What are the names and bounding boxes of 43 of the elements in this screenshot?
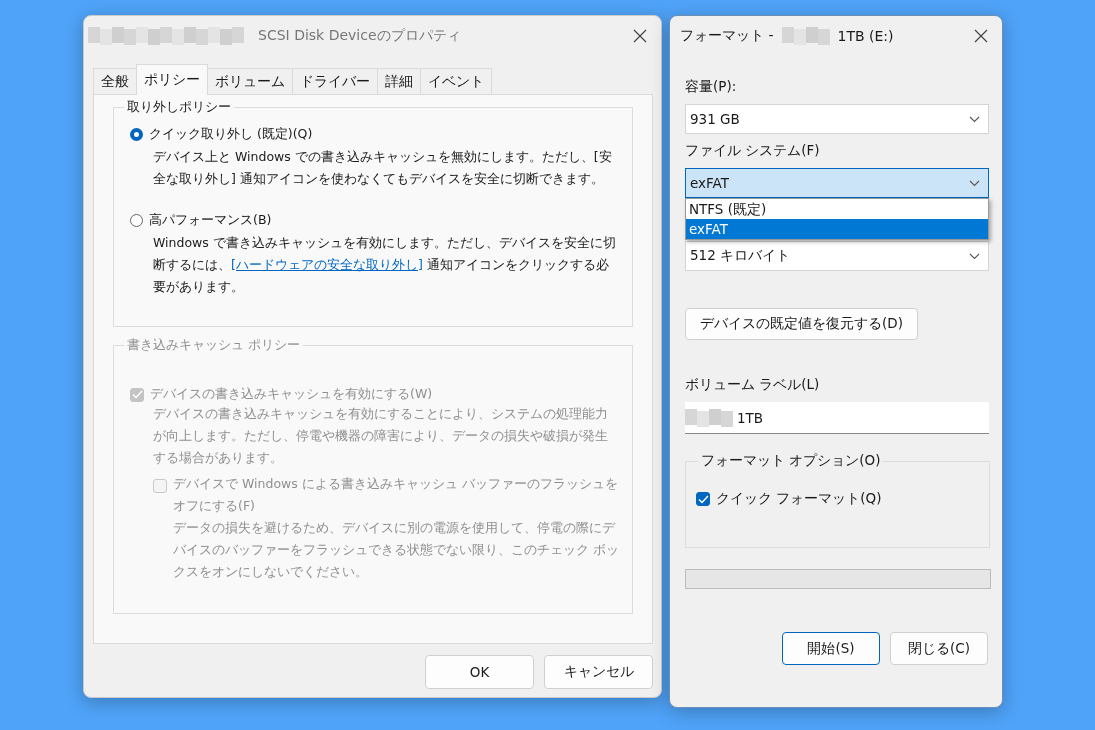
checkbox[interactable] (696, 492, 710, 506)
field-label: 容量(P): (685, 78, 737, 96)
option-label: 高パフォーマンス(B) (149, 212, 272, 229)
option-description: デバイスの書き込みキャッシュを有効にすることにより、システムの処理能力が向上します。ただし、停電や機器の障害により、データの損失や破損が発生する場合があります。 (153, 405, 609, 467)
window-title: 1TB (E:) (837, 28, 894, 44)
restore-defaults-button[interactable]: デバイスの既定値を復元する(D) (685, 308, 918, 340)
group-title: フォーマット オプション(O) (700, 452, 882, 470)
dialog-button[interactable]: キャンセル (544, 655, 653, 689)
field-label: ファイル システム(F) (685, 142, 820, 160)
chevron-down-icon (969, 252, 980, 260)
blurred-text (685, 408, 733, 427)
close-icon[interactable] (633, 29, 647, 43)
radio-button[interactable] (130, 214, 143, 227)
file-system-dropdown[interactable]: exFAT (685, 168, 989, 198)
option-description: データの損失を避けるため、デバイスに別の電源を使用して、停電の際にデバイスのバッファーをフラッシュできる状態でない限り、このチェック ボックスをオンにしないでください。 (173, 519, 620, 581)
allocation-unit-dropdown[interactable]: 512 キロバイト (685, 241, 989, 271)
link[interactable]: [ハードウェアの安全な取り外し] (231, 257, 423, 272)
option-description: Windows で書き込みキャッシュを有効にします。ただし、デバイスを安全に切断するには、[ハードウェアの安全な取り外し] 通知アイコンをクリックする必要があります。 (153, 234, 617, 296)
chevron-down-icon (969, 179, 980, 187)
chevron-down-icon (969, 115, 980, 123)
tab[interactable]: 全般 (93, 68, 137, 94)
option-description: デバイス上と Windows での書き込みキャッシュを無効にします。ただし、[安全な取り外し] 通知アイコンを使わなくてもデバイスを安全に切断できます。 (153, 148, 613, 188)
dialog-button[interactable]: OK (425, 655, 534, 689)
window-title: SCSI Disk Deviceのプロパティ (258, 27, 461, 45)
dropdown-option[interactable]: exFAT (686, 219, 988, 239)
dialog-button[interactable]: 開始(S) (782, 632, 880, 665)
window-title: フォーマット - (680, 27, 774, 45)
checkbox-label: デバイスの書き込みキャッシュを有効にする(W) (150, 386, 433, 403)
tab[interactable]: ポリシー (136, 64, 208, 95)
checkbox-label: クイック フォーマット(Q) (716, 490, 882, 508)
field-label: ボリューム ラベル(L) (685, 376, 820, 394)
option-label: クイック取り外し (既定)(Q) (149, 126, 313, 143)
group-title: 書き込みキャッシュ ポリシー (126, 337, 301, 354)
radio-button[interactable] (130, 128, 143, 141)
dropdown-option[interactable]: NTFS (既定) (686, 199, 988, 219)
volume-label-field[interactable]: 1TB (685, 402, 989, 434)
capacity-dropdown[interactable]: 931 GB (685, 104, 989, 134)
group-title: 取り外しポリシー (126, 99, 232, 116)
checkbox-label: デバイスで Windows による書き込みキャッシュ バッファーのフラッシュをオフにする(F) (173, 475, 619, 515)
close-icon[interactable] (974, 29, 988, 43)
blurred-text (781, 27, 830, 45)
dialog-button[interactable]: 閉じる(C) (890, 632, 988, 665)
tab[interactable]: イベント (420, 68, 492, 94)
